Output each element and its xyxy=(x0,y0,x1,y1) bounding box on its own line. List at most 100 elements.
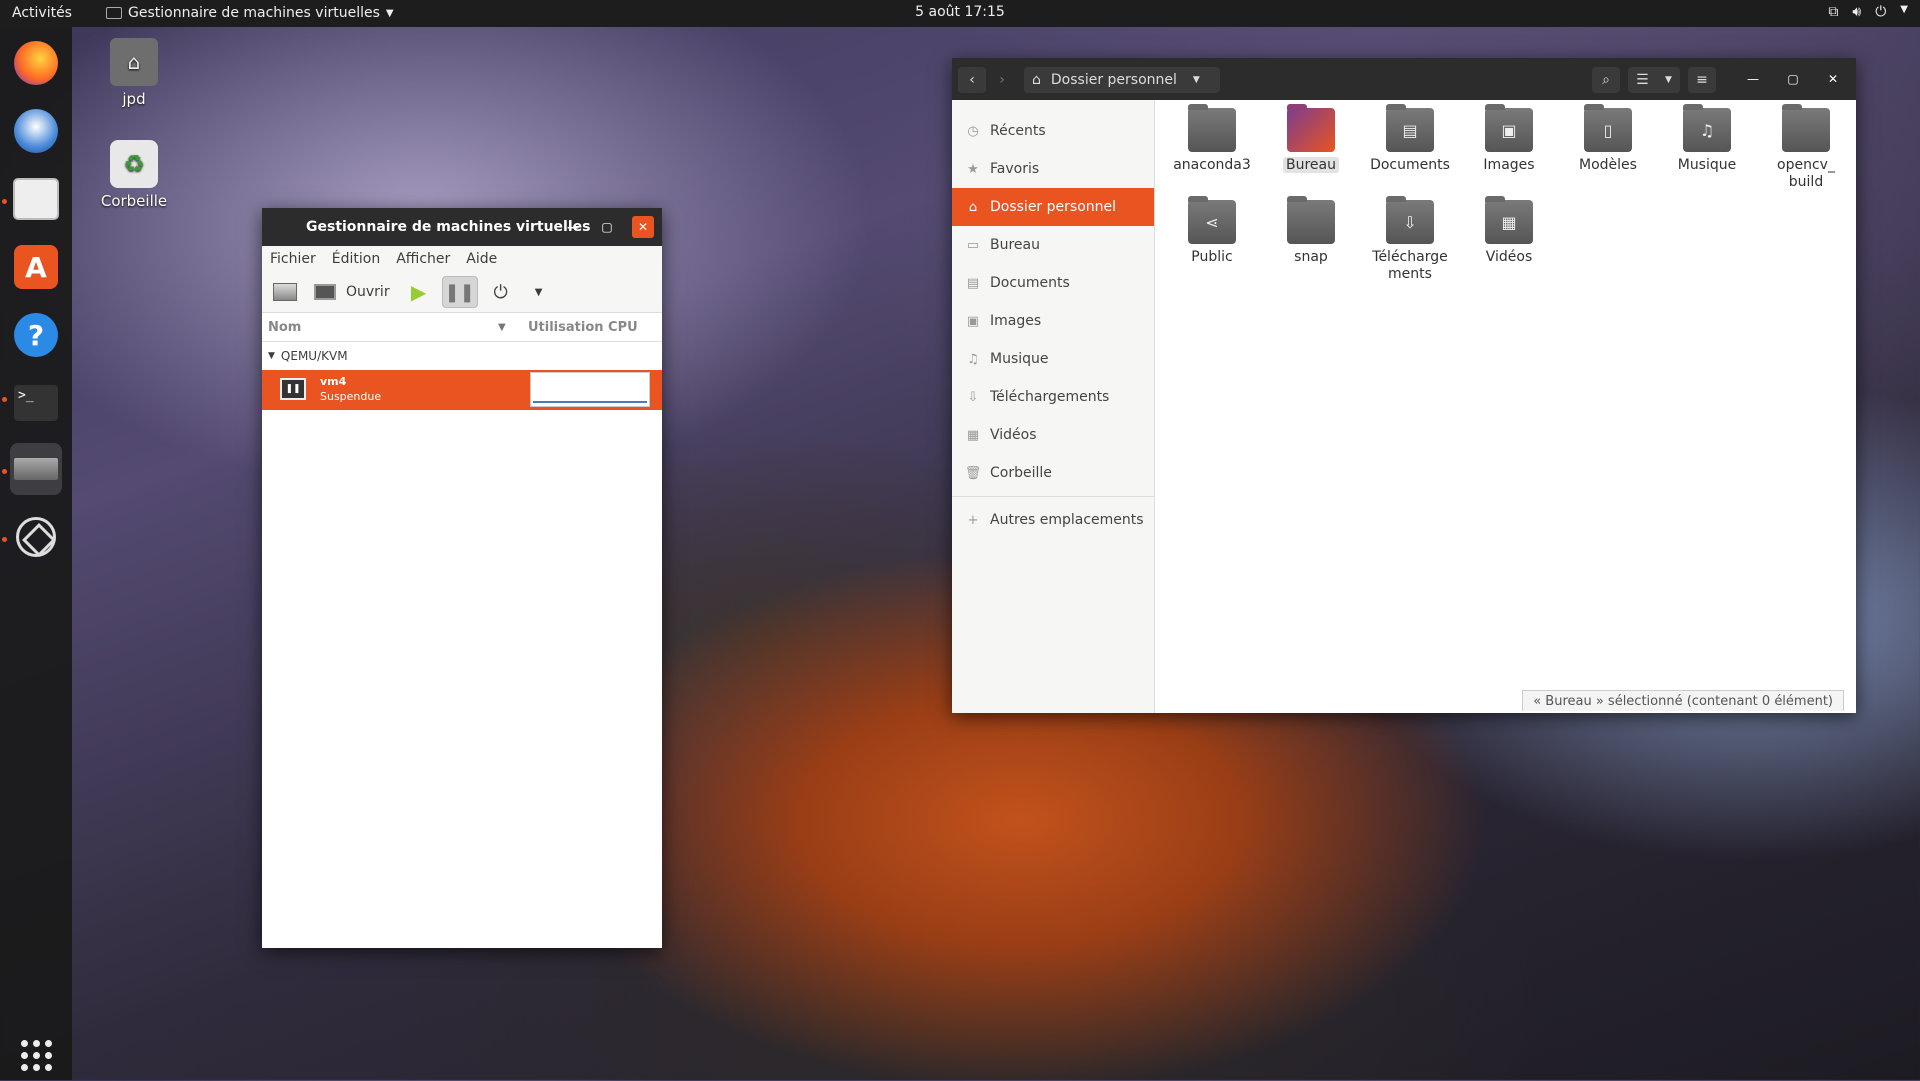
back-button[interactable]: ‹ xyxy=(958,67,986,93)
sidebar-item-other-locations[interactable]: + Autres emplacements xyxy=(952,501,1154,539)
desktop-home-label: jpd xyxy=(122,90,146,108)
places-sidebar: ◷ Récents ★ Favoris ⌂ Dossier personnel ▭ Bu… xyxy=(952,100,1155,713)
power-icon: ⏻ xyxy=(493,281,508,303)
minimize-icon: — xyxy=(567,220,579,234)
new-vm-button[interactable] xyxy=(270,277,300,307)
folder-item[interactable]: anaconda3 xyxy=(1164,104,1260,174)
documents-folder-icon: ▤ xyxy=(1386,104,1434,152)
shutdown-menu-button[interactable]: ▼ xyxy=(524,277,554,307)
desktop-home-folder[interactable]: ⌂ jpd xyxy=(89,38,179,108)
sidebar-item-home[interactable]: ⌂ Dossier personnel xyxy=(952,188,1154,226)
vm-manager-window: Gestionnaire de machines virtuelles — ▢ … xyxy=(262,208,662,948)
minimize-button[interactable]: — xyxy=(1742,68,1764,90)
sidebar-item-downloads[interactable]: ⇩ Téléchargements xyxy=(952,378,1154,416)
sidebar-item-starred[interactable]: ★ Favoris xyxy=(952,150,1154,188)
sidebar-item-videos[interactable]: ▦ Vidéos xyxy=(952,416,1154,454)
show-applications-button[interactable] xyxy=(10,1029,62,1081)
column-cpu[interactable]: Utilisation CPU xyxy=(528,320,638,335)
sidebar-item-documents[interactable]: ▤ Documents xyxy=(952,264,1154,302)
volume-icon: 🔊︎ xyxy=(1852,4,1862,20)
column-name[interactable]: Nom xyxy=(268,320,301,335)
thunderbird-launcher[interactable] xyxy=(10,105,62,157)
sidebar-item-label: Dossier personnel xyxy=(990,199,1117,215)
shutdown-button[interactable]: ⏻ xyxy=(486,277,516,307)
forward-icon: › xyxy=(999,72,1005,88)
maximize-icon: ▢ xyxy=(1787,72,1799,86)
hamburger-menu-button[interactable]: ≡ xyxy=(1688,67,1716,93)
sidebar-item-label: Musique xyxy=(990,351,1049,367)
menu-help[interactable]: Aide xyxy=(458,251,505,267)
desktop-trash[interactable]: ♻ Corbeille xyxy=(89,140,179,210)
forward-button[interactable]: › xyxy=(988,67,1016,93)
maximize-button[interactable]: ▢ xyxy=(596,216,618,238)
menu-view[interactable]: Afficher xyxy=(388,251,458,267)
sidebar-item-pictures[interactable]: ▣ Images xyxy=(952,302,1154,340)
close-button[interactable]: ✕ xyxy=(1822,68,1844,90)
folder-item[interactable]: ⇩ Télécharge ments xyxy=(1362,196,1458,283)
list-view-icon: ☰ xyxy=(1636,72,1649,88)
images-folder-icon: ▣ xyxy=(1485,104,1533,152)
clock[interactable]: 5 août 17:15 xyxy=(0,4,1920,20)
folder-icon xyxy=(1782,104,1830,152)
system-tray[interactable]: ⧉ 🔊︎ ⏻ ▼ xyxy=(1828,4,1908,20)
folder-label: Bureau xyxy=(1283,157,1339,173)
folder-item[interactable]: ▯ Modèles xyxy=(1560,104,1656,174)
terminal-launcher[interactable]: >_ xyxy=(10,377,62,429)
folder-label: Vidéos xyxy=(1485,249,1533,265)
caret-down-icon: ▼ xyxy=(1192,75,1200,85)
monitor-icon xyxy=(314,284,336,300)
document-icon: ▤ xyxy=(966,275,980,291)
folder-item[interactable]: ⋖ Public xyxy=(1164,196,1260,266)
vm-row[interactable]: ❚❚ vm4 Suspendue xyxy=(262,370,662,410)
sidebar-item-label: Images xyxy=(990,313,1042,329)
menu-edit[interactable]: Édition xyxy=(324,251,388,267)
folder-item[interactable]: Bureau xyxy=(1263,104,1359,174)
folder-item[interactable]: ▤ Documents xyxy=(1362,104,1458,174)
sort-caret-icon[interactable]: ▼ xyxy=(498,322,506,333)
videos-folder-icon: ▦ xyxy=(1485,196,1533,244)
home-icon: ⌂ xyxy=(1032,72,1041,88)
open-button[interactable]: Ouvrir xyxy=(308,277,396,307)
menu-file[interactable]: Fichier xyxy=(262,251,324,267)
folder-item[interactable]: ▣ Images xyxy=(1461,104,1557,174)
path-bar[interactable]: ⌂ Dossier personnel ▼ xyxy=(1024,67,1220,93)
files-window: ‹ › ⌂ Dossier personnel ▼ ⌕ ☰ ▼ ≡ — ▢ ✕ … xyxy=(952,58,1856,713)
help-launcher[interactable]: ? xyxy=(10,309,62,361)
thunderbird-icon xyxy=(14,109,58,153)
open-label: Ouvrir xyxy=(346,284,390,300)
folder-label: Public xyxy=(1191,249,1233,265)
view-toggle-button[interactable]: ☰ ▼ xyxy=(1628,67,1680,93)
app-grid-icon xyxy=(20,1039,52,1071)
close-button[interactable]: ✕ xyxy=(632,216,654,238)
software-launcher[interactable]: A xyxy=(10,241,62,293)
folder-item[interactable]: ♫ Musique xyxy=(1659,104,1755,174)
expander-icon[interactable]: ▼ xyxy=(268,351,275,361)
folder-label: snap xyxy=(1294,249,1328,265)
sidebar-item-desktop[interactable]: ▭ Bureau xyxy=(952,226,1154,264)
sidebar-item-label: Récents xyxy=(990,123,1046,139)
vm-manager-titlebar[interactable]: Gestionnaire de machines virtuelles — ▢ … xyxy=(262,208,662,246)
sidebar-item-trash[interactable]: 🗑︎ Corbeille xyxy=(952,454,1154,492)
sidebar-item-music[interactable]: ♫ Musique xyxy=(952,340,1154,378)
new-vm-icon xyxy=(273,283,297,301)
search-button[interactable]: ⌕ xyxy=(1592,67,1620,93)
running-indicator xyxy=(2,469,7,474)
network-tool-launcher[interactable] xyxy=(10,511,62,563)
maximize-button[interactable]: ▢ xyxy=(1782,68,1804,90)
connection-group[interactable]: ▼ QEMU/KVM xyxy=(262,342,662,370)
virt-manager-launcher[interactable] xyxy=(10,443,62,495)
folder-item[interactable]: opencv_ build xyxy=(1758,104,1854,191)
files-headerbar[interactable]: ‹ › ⌂ Dossier personnel ▼ ⌕ ☰ ▼ ≡ — ▢ ✕ xyxy=(952,58,1856,100)
folder-item[interactable]: ▦ Vidéos xyxy=(1461,196,1557,266)
power-icon: ⏻ xyxy=(1875,4,1887,20)
run-button[interactable]: ▶ xyxy=(404,277,434,307)
menu-bar: Fichier Édition Afficher Aide xyxy=(262,246,662,272)
firefox-launcher[interactable] xyxy=(10,37,62,89)
sidebar-separator xyxy=(952,496,1154,497)
trash-icon: ♻ xyxy=(110,140,158,188)
pause-button[interactable]: ❚❚ xyxy=(441,276,478,308)
sidebar-item-recent[interactable]: ◷ Récents xyxy=(952,112,1154,150)
minimize-button[interactable]: — xyxy=(562,216,584,238)
folder-item[interactable]: snap xyxy=(1263,196,1359,266)
files-launcher[interactable] xyxy=(10,173,62,225)
